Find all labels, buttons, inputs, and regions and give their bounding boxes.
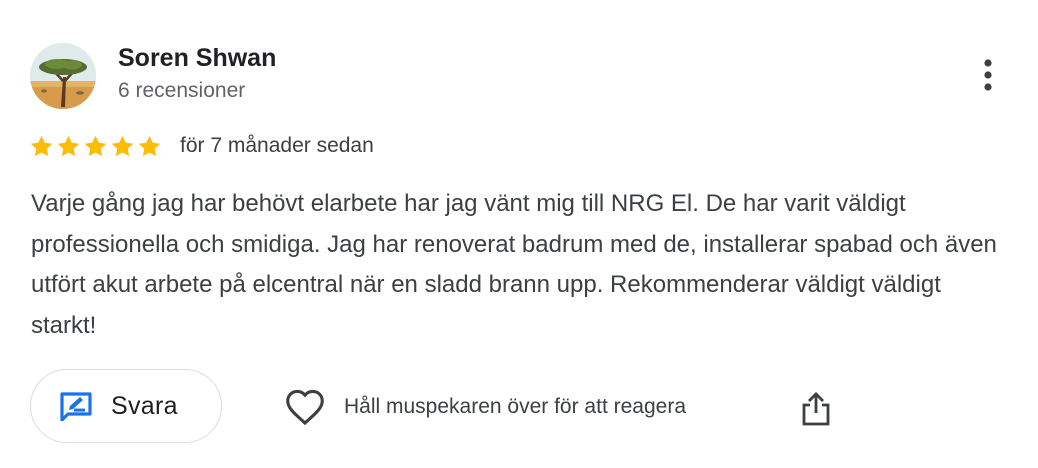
react-button[interactable]: Håll muspekaren över för att reagera bbox=[284, 384, 686, 430]
review-card: Soren Shwan 6 recensioner för 7 månader … bbox=[0, 0, 1038, 468]
review-date: för 7 månader sedan bbox=[180, 134, 374, 157]
reply-label: Svara bbox=[111, 391, 178, 420]
star-rating bbox=[29, 134, 162, 159]
review-count[interactable]: 6 recensioner bbox=[118, 79, 245, 103]
more-options-button[interactable] bbox=[968, 52, 1008, 98]
more-vertical-icon bbox=[984, 59, 992, 91]
share-button[interactable] bbox=[796, 388, 836, 430]
author-name[interactable]: Soren Shwan bbox=[118, 44, 276, 73]
rating-row: för 7 månader sedan bbox=[29, 129, 374, 163]
reply-button[interactable]: Svara bbox=[30, 369, 222, 443]
star-icon bbox=[83, 134, 108, 159]
avatar[interactable] bbox=[30, 43, 96, 109]
star-icon bbox=[29, 134, 54, 159]
star-icon bbox=[56, 134, 81, 159]
star-icon bbox=[137, 134, 162, 159]
reply-edit-icon bbox=[60, 392, 92, 421]
star-icon bbox=[110, 134, 135, 159]
review-text: Varje gång jag har behövt elarbete har j… bbox=[31, 190, 997, 339]
acacia-tree-avatar-icon bbox=[30, 43, 96, 109]
share-icon bbox=[802, 392, 830, 426]
heart-icon bbox=[286, 389, 324, 426]
react-label: Håll muspekaren över för att reagera bbox=[344, 395, 686, 418]
